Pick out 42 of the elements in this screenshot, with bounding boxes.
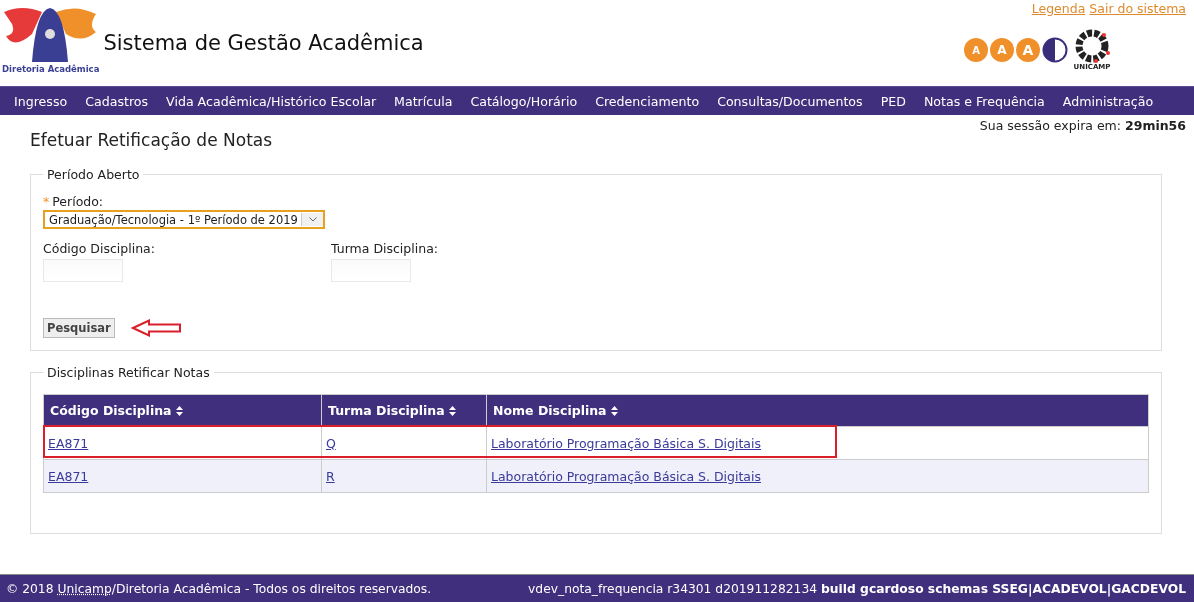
build-info: vdev_nota_frequencia r34301 d201911282134	[528, 582, 818, 596]
session-label: Sua sessão expira em:	[979, 118, 1121, 133]
menu-item[interactable]: Vida Acadêmica/Histórico Escolar	[166, 93, 377, 109]
table-link[interactable]: EA871	[48, 435, 89, 451]
field-label: Turma Disciplina:	[331, 241, 440, 256]
table-link[interactable]: Laboratório Programação Básica S. Digitais	[491, 468, 761, 484]
menu-item[interactable]: Ingresso	[14, 93, 68, 109]
sort-icon[interactable]	[175, 405, 183, 416]
menu-item[interactable]: Consultas/Documentos	[717, 93, 863, 109]
table-link[interactable]: Q	[326, 435, 336, 451]
sort-icon[interactable]	[448, 405, 456, 416]
field-label: Período:	[52, 194, 104, 209]
dropdown-caret-icon	[308, 217, 317, 222]
sort-icon[interactable]	[610, 405, 618, 416]
period-dropdown[interactable]: Graduação/Tecnologia - 1º Período de 2019	[43, 210, 325, 229]
table-link[interactable]: Laboratório Programação Básica S. Digitais	[491, 435, 761, 451]
page-title: Efetuar Retificação de Notas	[30, 130, 273, 150]
build-info: build gcardoso schemas SSEG|ACADEVOL|GACDEVOL	[821, 582, 1186, 596]
search-button[interactable]: Pesquisar	[43, 318, 115, 338]
menu-item[interactable]: Credenciamento	[595, 93, 700, 109]
field-label: Código Disciplina:	[43, 241, 156, 256]
table-link[interactable]: R	[326, 468, 335, 484]
menu-item[interactable]: Cadastros	[85, 93, 149, 109]
footer-link[interactable]: Unicamp	[57, 582, 112, 596]
menu-item[interactable]: Notas e Frequência	[923, 93, 1045, 109]
menu-item[interactable]: Catálogo/Horário	[470, 93, 578, 109]
menu-item[interactable]: Administração	[1062, 93, 1154, 109]
required-mark: *	[43, 194, 50, 209]
panel-legend: Período Aberto	[43, 167, 144, 182]
menu-item[interactable]: PED	[880, 93, 906, 109]
logo-caption: Diretoria Acadêmica	[2, 64, 100, 74]
menu-item[interactable]: Matrícula	[394, 93, 453, 109]
copyright-text: © 2018	[6, 582, 54, 596]
copyright-text: /Diretoria Acadêmica - Todos os direitos reservados.	[111, 582, 432, 596]
app-title: Sistema de Gestão Acadêmica	[103, 31, 424, 55]
column-header[interactable]: Código Disciplina	[43, 394, 322, 427]
contrast-icon[interactable]	[1042, 37, 1068, 63]
column-header[interactable]: Nome Disciplina	[486, 394, 1149, 427]
session-timer: 29min56	[1125, 118, 1186, 133]
column-header[interactable]: Turma Disciplina	[321, 394, 487, 427]
panel-legend: Disciplinas Retificar Notas	[43, 365, 214, 380]
table-link[interactable]: EA871	[48, 468, 89, 484]
